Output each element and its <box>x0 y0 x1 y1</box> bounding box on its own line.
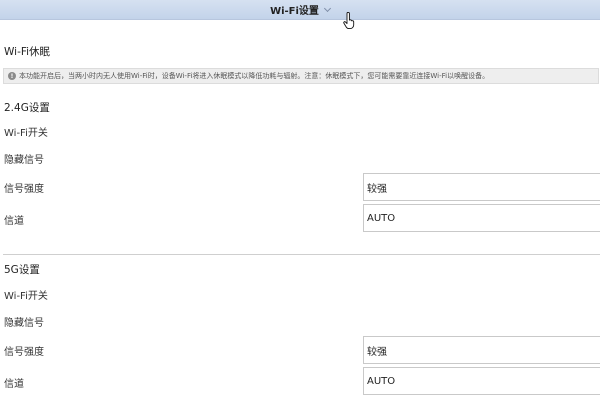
hand-pointer-icon <box>343 12 355 30</box>
band-24g-channel-select[interactable]: AUTO <box>363 204 600 232</box>
band-5g-wifi-switch-label: Wi-Fi开关 <box>4 291 48 302</box>
band-5g-channel-label: 信道 <box>4 379 24 390</box>
header-title: Wi-Fi设置 <box>270 6 319 17</box>
band-5g-channel-select[interactable]: AUTO <box>363 367 600 395</box>
band-5g-signal-strength-select[interactable]: 较强 <box>363 336 600 364</box>
wifi-settings-header[interactable]: Wi-Fi设置 <box>0 0 600 20</box>
band-24g-signal-strength-value: 较强 <box>367 183 387 195</box>
section-divider <box>3 254 600 255</box>
band-24g-channel-label: 信道 <box>4 216 24 227</box>
band-5g-hide-ssid-label: 隐藏信号 <box>4 318 44 329</box>
band-24g-channel-value: AUTO <box>367 212 396 224</box>
band-24g-wifi-switch-label: Wi-Fi开关 <box>4 128 48 139</box>
info-icon: ! <box>8 72 16 80</box>
band-24g-signal-strength-label: 信号强度 <box>4 184 44 195</box>
wifi-sleep-title: Wi-Fi休眠 <box>4 46 51 58</box>
wifi-sleep-notice: ! 本功能开启后，当两小时内无人使用Wi-Fi时，设备Wi-Fi将进入休眠模式以… <box>3 68 599 84</box>
band-24g-hide-ssid-label: 隐藏信号 <box>4 155 44 166</box>
header-title-group[interactable]: Wi-Fi设置 <box>270 2 331 17</box>
band-5g-title: 5G设置 <box>4 264 40 276</box>
chevron-down-icon[interactable] <box>323 4 331 12</box>
band-24g-title: 2.4G设置 <box>4 102 50 114</box>
band-5g-signal-strength-value: 较强 <box>367 346 387 358</box>
wifi-sleep-notice-text: 本功能开启后，当两小时内无人使用Wi-Fi时，设备Wi-Fi将进入休眠模式以降低… <box>19 72 490 80</box>
band-5g-signal-strength-label: 信号强度 <box>4 347 44 358</box>
band-5g-channel-value: AUTO <box>367 375 396 387</box>
wifi-settings-page: Wi-Fi设置 Wi-Fi休眠 ! 本功能开启后，当两小时内无人使用Wi-Fi时… <box>0 0 600 400</box>
band-24g-signal-strength-select[interactable]: 较强 <box>363 173 600 201</box>
